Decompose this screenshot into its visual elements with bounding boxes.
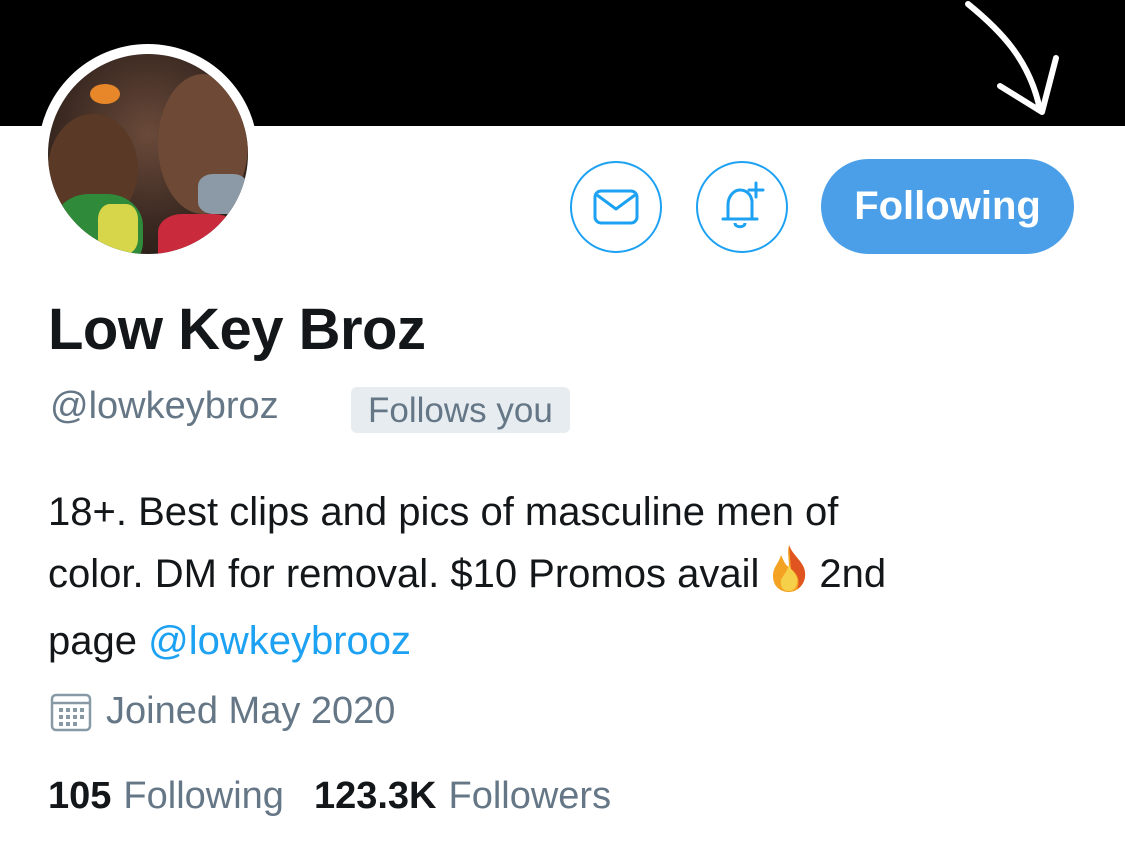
mail-icon — [593, 189, 639, 225]
bio-mention-link[interactable]: @lowkeybrooz — [148, 619, 411, 663]
bio-line-2: color. DM for removal. $10 Promos avail — [48, 552, 760, 596]
avatar[interactable] — [38, 44, 258, 264]
profile-handle: @lowkeybroz — [50, 385, 279, 427]
display-name: Low Key Broz — [48, 297, 426, 362]
following-button[interactable]: Following — [821, 159, 1074, 254]
avatar-image — [48, 54, 248, 254]
joined-date: Joined May 2020 — [50, 690, 395, 733]
bio-line-3: page — [48, 619, 137, 663]
notifications-button[interactable] — [696, 161, 788, 253]
followers-label: Followers — [448, 775, 612, 817]
profile-stats: 105 Following 123.3K Followers — [48, 775, 611, 818]
joined-text: Joined May 2020 — [106, 690, 396, 732]
followers-count: 123.3K — [313, 775, 437, 817]
bio-line-2-end: 2nd — [819, 552, 887, 596]
following-stat[interactable]: 105 Following — [48, 775, 284, 818]
profile-bio: 18+. Best clips and pics of masculine me… — [48, 482, 1048, 672]
bell-plus-icon — [721, 181, 765, 229]
fire-icon — [767, 543, 811, 611]
following-count: 105 — [48, 775, 112, 817]
following-label: Following — [123, 775, 284, 817]
arrow-icon — [965, 1, 1059, 115]
bio-line-1: 18+. Best clips and pics of masculine me… — [48, 490, 839, 534]
followers-stat[interactable]: 123.3K Followers — [314, 775, 611, 818]
follows-you-badge: Follows you — [351, 387, 570, 433]
calendar-icon — [50, 693, 92, 731]
message-button[interactable] — [570, 161, 662, 253]
